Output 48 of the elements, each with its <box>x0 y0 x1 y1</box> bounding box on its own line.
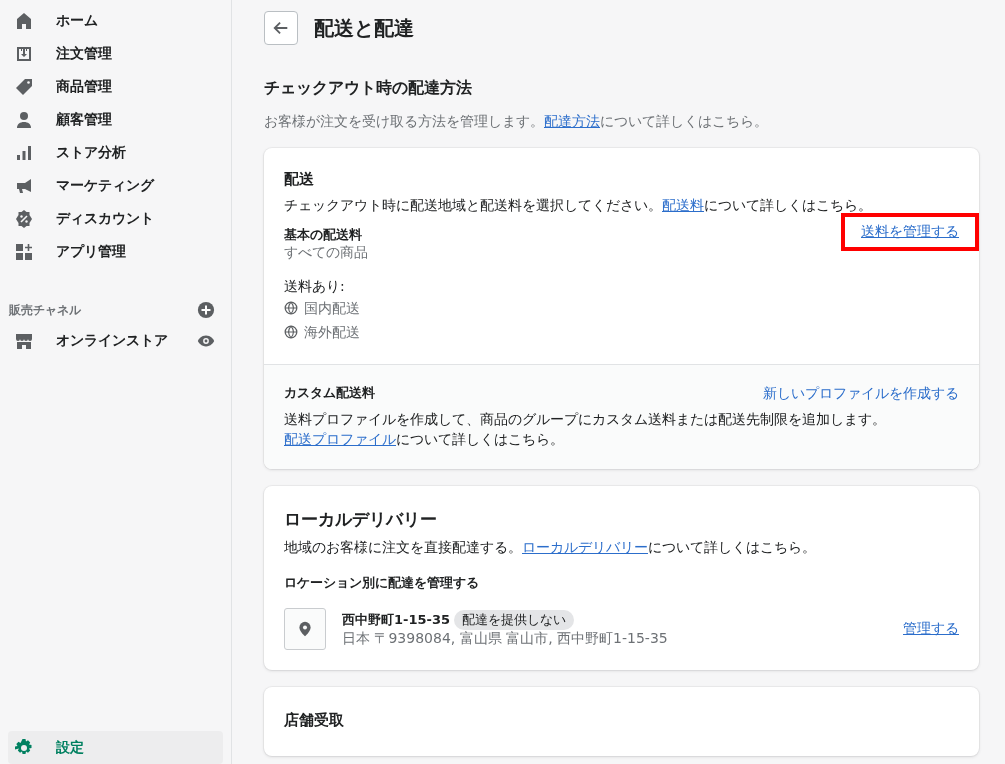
manage-link[interactable]: 管理する <box>903 620 959 638</box>
zone-name: 国内配送 <box>304 299 360 318</box>
section-title: チェックアウト時の配達方法 <box>264 78 473 99</box>
section-description: お客様が注文を受け取る方法を管理します。配達方法について詳しくはこちら。 <box>264 112 769 131</box>
sidebar-item[interactable]: ホーム <box>8 4 223 37</box>
sidebar-item[interactable]: 商品管理 <box>8 70 223 103</box>
location-address: 日本 〒9398084, 富山県 富山市, 西中野町1-15-35 <box>342 630 669 648</box>
sidebar-item[interactable]: 設定 <box>8 731 223 764</box>
rates-label: 送料あり: <box>284 277 346 296</box>
custom-rates-description: 送料プロファイルを作成して、商品のグループにカスタム送料または配送先制限を追加します。 配送プロファイルについて詳しくはこちら。 <box>284 410 887 449</box>
add-icon[interactable] <box>197 301 215 319</box>
location-name: 西中野町1-15-35 <box>342 611 451 629</box>
map-pin-icon <box>297 620 313 638</box>
card-title: 配送 <box>284 170 315 189</box>
tag-icon <box>14 76 34 97</box>
home-icon <box>14 10 34 31</box>
zone-name: 海外配送 <box>304 323 360 342</box>
learn-more-link[interactable]: 配達方法 <box>544 113 600 129</box>
person-icon <box>14 109 34 130</box>
sidebar-item[interactable]: アプリ管理 <box>8 235 223 268</box>
sidebar-item[interactable]: ストア分析 <box>8 136 223 169</box>
learn-more-link[interactable]: 配送料 <box>662 197 704 213</box>
locations-heading: ロケーション別に配達を管理する <box>284 575 480 592</box>
discount-badge-icon <box>14 208 34 229</box>
create-profile-link[interactable]: 新しいプロファイルを作成する <box>763 385 959 403</box>
section-label: 販売チャネル <box>9 301 81 319</box>
sidebar-item[interactable]: 顧客管理 <box>8 103 223 136</box>
back-arrow-icon <box>272 19 290 37</box>
learn-more-link[interactable]: 配送プロファイル <box>284 431 396 447</box>
apps-grid-icon <box>14 241 34 262</box>
sidebar-item[interactable]: マーケティング <box>8 169 223 202</box>
sidebar-item[interactable]: ディスカウント <box>8 202 223 235</box>
sidebar-item[interactable]: オンラインストア <box>8 324 223 357</box>
page-title: 配送と配達 <box>314 14 414 42</box>
status-badge: 配達を提供しない <box>454 610 575 630</box>
rates-title: 基本の配送料 <box>284 227 363 244</box>
back-button[interactable] <box>264 11 298 45</box>
learn-more-link[interactable]: ローカルデリバリー <box>522 539 648 555</box>
rates-subtitle: すべての商品 <box>284 244 368 262</box>
globe-icon <box>284 301 298 315</box>
custom-rates-title: カスタム配送料 <box>284 385 375 402</box>
globe-icon <box>284 325 298 339</box>
card-description: 地域のお客様に注文を直接配達する。ローカルデリバリーについて詳しくはこちら。 <box>284 538 817 557</box>
manage-rates-link[interactable]: 送料を管理する <box>861 223 959 239</box>
sidebar-item[interactable]: 注文管理 <box>8 37 223 70</box>
card-title: ローカルデリバリー <box>284 508 438 531</box>
card-title: 店舗受取 <box>284 711 345 730</box>
card-description: チェックアウト時に配送地域と配送料を選択してください。配送料について詳しくはこちら。 <box>284 196 873 215</box>
